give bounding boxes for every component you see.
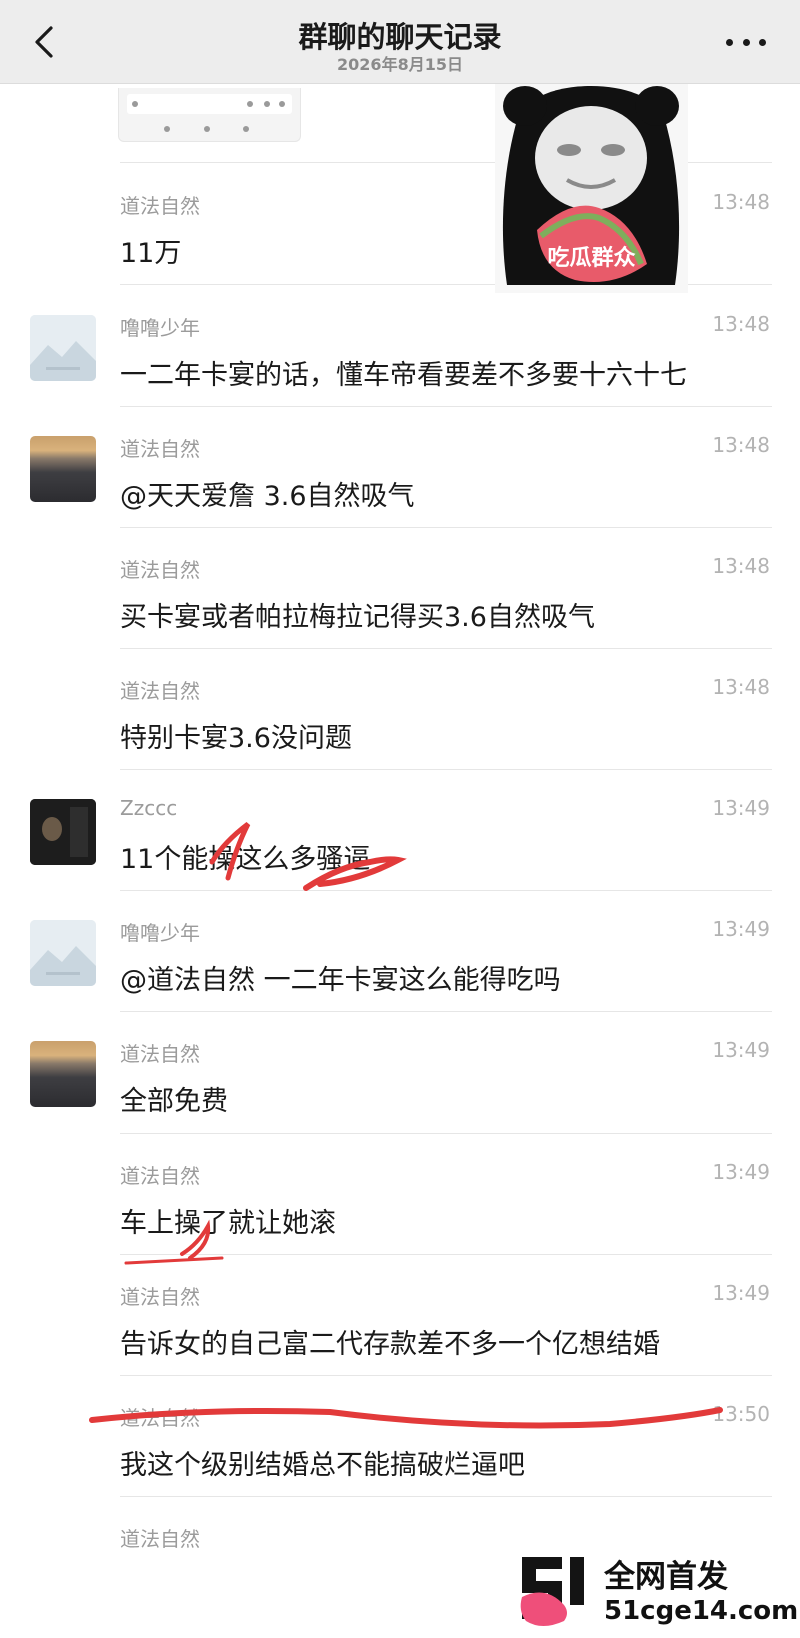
- more-dot-icon: [726, 38, 733, 46]
- message-text: 11万: [120, 238, 182, 269]
- photo-avatar-image: [30, 799, 96, 865]
- sender-name: 噜噜少年: [120, 316, 200, 340]
- thumbnail-nav-icon: [164, 126, 170, 132]
- chat-message[interactable]: 噜噜少年 13:49 @道法自然 一二年卡宴这么能得吃吗: [0, 890, 800, 1016]
- message-time: 13:49: [712, 1038, 770, 1062]
- chat-message[interactable]: 道法自然 13:48 @天天爱詹 3.6自然吸气: [0, 406, 800, 532]
- message-time: 13:48: [712, 190, 770, 214]
- thumbnail-plus-icon: [279, 101, 285, 107]
- message-text: @天天爱詹 3.6自然吸气: [120, 481, 415, 512]
- message-text: 告诉女的自己富二代存款差不多一个亿想结婚: [120, 1329, 660, 1360]
- more-options-button[interactable]: [726, 32, 766, 52]
- avatar[interactable]: [30, 920, 96, 986]
- page-subtitle-date: 2026年8月15日: [337, 55, 463, 74]
- chat-message[interactable]: 道法自然 13:48 买卡宴或者帕拉梅拉记得买3.6自然吸气: [0, 527, 800, 653]
- message-time: 13:48: [712, 675, 770, 699]
- chat-message[interactable]: 道法自然 13:48 特别卡宴3.6没问题: [0, 648, 800, 774]
- message-time: 13:49: [712, 1281, 770, 1305]
- more-dot-icon: [759, 38, 766, 46]
- sender-name: 道法自然: [120, 1527, 200, 1551]
- sender-name: 道法自然: [120, 1042, 200, 1066]
- thumbnail-emoji-icon: [264, 101, 270, 107]
- avatar[interactable]: [30, 436, 96, 502]
- message-text: 买卡宴或者帕拉梅拉记得买3.6自然吸气: [120, 602, 595, 633]
- message-time: 13:49: [712, 796, 770, 820]
- message-text: 特别卡宴3.6没问题: [120, 723, 352, 754]
- avatar[interactable]: [30, 1041, 96, 1107]
- sender-name: 道法自然: [120, 679, 200, 703]
- chat-message[interactable]: 噜噜少年 13:48 一二年卡宴的话，懂车帝看要差不多要十六十七: [0, 285, 800, 411]
- avatar[interactable]: [30, 315, 96, 381]
- message-text: 全部免费: [120, 1086, 228, 1117]
- watermark-text: 全网首发: [604, 1559, 728, 1595]
- message-text: 我这个级别结婚总不能搞破烂逼吧: [120, 1450, 525, 1481]
- sticker-caption: 吃瓜群众: [547, 246, 636, 271]
- chat-message[interactable]: 道法自然 13:49 全部免费: [0, 1011, 800, 1137]
- message-time: 13:50: [712, 1402, 770, 1426]
- message-time: 13:49: [712, 917, 770, 941]
- message-time: 13:48: [712, 312, 770, 336]
- chat-message[interactable]: 道法自然 13:49 告诉女的自己富二代存款差不多一个亿想结婚: [0, 1254, 800, 1380]
- chat-message[interactable]: Zzccc 13:49 11个能操这么多骚逼: [0, 769, 800, 895]
- chat-message[interactable]: 道法自然 13:50 我这个级别结婚总不能搞破烂逼吧: [0, 1375, 800, 1501]
- message-time: 13:48: [712, 433, 770, 457]
- nav-bar: 群聊的聊天记录 2026年8月15日: [0, 0, 800, 84]
- thumbnail-mic-icon: [247, 101, 253, 107]
- more-dot-icon: [742, 38, 750, 46]
- sender-name: 道法自然: [120, 558, 200, 582]
- page-title: 群聊的聊天记录: [298, 20, 502, 54]
- thumbnail-nav-icon: [243, 126, 249, 132]
- sender-name: 道法自然: [120, 1406, 200, 1430]
- message-text: 车上操了就让她滚: [120, 1208, 336, 1239]
- sender-name: 噜噜少年: [120, 921, 200, 945]
- site-logo: [520, 1557, 584, 1626]
- sender-name: 道法自然: [120, 1164, 200, 1188]
- sender-name: 道法自然: [120, 437, 200, 461]
- thumbnail-voice-icon: [132, 101, 138, 107]
- message-text: 11个能操这么多骚逼: [120, 844, 371, 875]
- sender-name: 道法自然: [120, 1285, 200, 1309]
- message-text: @道法自然 一二年卡宴这么能得吃吗: [120, 965, 561, 996]
- message-text: 一二年卡宴的话，懂车帝看要差不多要十六十七: [120, 360, 687, 391]
- sender-name: Zzccc: [120, 796, 178, 820]
- message-time: 13:48: [712, 554, 770, 578]
- thumbnail-nav-icon: [204, 126, 210, 132]
- image-placeholder-icon: [30, 315, 96, 381]
- sender-name: 道法自然: [120, 194, 200, 218]
- watermark-url: 51cge14.com: [604, 1596, 799, 1626]
- watermark: 全网首发 51cge14.com: [514, 1545, 800, 1638]
- meme-sticker: 吃瓜群众: [495, 80, 688, 293]
- avatar[interactable]: [30, 799, 96, 865]
- image-placeholder-icon: [30, 920, 96, 986]
- message-time: 13:49: [712, 1160, 770, 1184]
- image-message-thumbnail[interactable]: [118, 88, 301, 142]
- chat-message[interactable]: 道法自然 13:49 车上操了就让她滚: [0, 1133, 800, 1259]
